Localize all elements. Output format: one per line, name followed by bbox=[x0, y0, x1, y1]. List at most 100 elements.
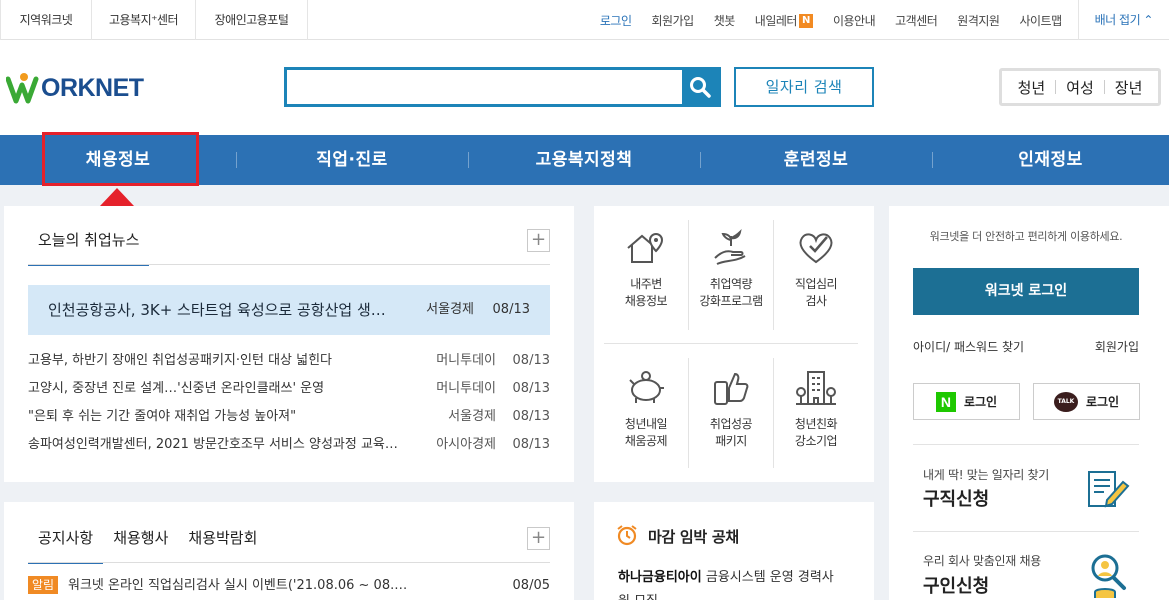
headline-news[interactable]: 인천공항공사, 3K+ 스타트업 육성으로 공항산업 생태계 서울경제 08/1… bbox=[28, 285, 550, 335]
headline-source: 서울경제 bbox=[426, 302, 474, 317]
find-id-password-link[interactable]: 아이디/ 패스워드 찾기 bbox=[913, 338, 1024, 355]
news-more-button[interactable]: + bbox=[527, 229, 550, 252]
deadline-job-item[interactable]: 하나금융티아이 금융시스템 운영 경력사원 모집 bbox=[618, 566, 844, 600]
logo-text: ORKNET bbox=[41, 73, 144, 102]
usage-guide-link[interactable]: 이용안내 bbox=[833, 12, 876, 29]
news-title: 고양시, 중장년 진로 설계…'신중년 온라인클래쓰' 운영 bbox=[28, 381, 325, 396]
naver-login-button[interactable]: N 로그인 bbox=[913, 383, 1020, 420]
tab-hiring-events[interactable]: 채용행사 bbox=[103, 520, 178, 564]
audience-selector: 청년 여성 장년 bbox=[999, 68, 1161, 106]
audience-women[interactable]: 여성 bbox=[1056, 77, 1104, 98]
naver-logo-icon: N bbox=[935, 391, 956, 412]
tab-notices[interactable]: 공지사항 bbox=[28, 520, 104, 564]
audience-middle-aged[interactable]: 장년 bbox=[1105, 77, 1153, 98]
divider bbox=[688, 220, 689, 330]
login-note: 워크넷을 더 안전하고 편리하게 이용하세요. bbox=[929, 230, 1123, 243]
nav-career[interactable]: 직업·진로 bbox=[236, 135, 468, 185]
sitemap-link[interactable]: 사이트맵 bbox=[1019, 12, 1062, 29]
highlight-box bbox=[42, 132, 199, 186]
list-item[interactable]: 고용부, 하반기 장애인 취업성공패키지·인턴 대상 넓힌다 머니투데이 08/… bbox=[28, 350, 550, 378]
service-label: 취업역량 bbox=[709, 277, 753, 291]
newsletter-label: 내일레터 bbox=[754, 13, 798, 28]
service-label: 채용정보 bbox=[624, 294, 668, 308]
house-map-pin-icon bbox=[627, 232, 664, 263]
service-success-package[interactable]: 취업성공 패키지 bbox=[689, 358, 773, 468]
news-source: 서울경제 bbox=[448, 409, 496, 424]
news-panel: 오늘의 취업뉴스 + 인천공항공사, 3K+ 스타트업 육성으로 공항산업 생태… bbox=[4, 206, 574, 482]
search-input[interactable] bbox=[287, 70, 685, 104]
deadline-title: 마감 임박 공채 bbox=[648, 528, 739, 546]
alert-badge: 알림 bbox=[28, 576, 59, 594]
banner-collapse-button[interactable]: 배너 접기 ⌃ bbox=[1077, 0, 1169, 40]
list-item[interactable]: 송파여성인력개발센터, 2021 방문간호조무 서비스 양성과정 교육생 모집 … bbox=[28, 434, 550, 462]
news-date: 08/13 bbox=[512, 437, 550, 452]
job-seek-apply-link[interactable]: 구직신청 bbox=[923, 485, 989, 511]
news-tab[interactable]: 오늘의 취업뉴스 bbox=[28, 222, 150, 266]
quick-services-panel: 내주변 채용정보 취업역량 강화프로그램 직업심리 검사 청년내일 채움공제 취… bbox=[594, 206, 874, 482]
divider bbox=[773, 220, 774, 330]
notice-date: 08/05 bbox=[512, 578, 550, 593]
nav-welfare-policy[interactable]: 고용복지정책 bbox=[468, 135, 700, 185]
remote-support-link[interactable]: 원격지원 bbox=[957, 12, 1000, 29]
news-source: 머니투데이 bbox=[436, 353, 496, 368]
service-label: 강화프로그램 bbox=[699, 294, 763, 308]
deadline-jobs-panel: 마감 임박 공채 하나금융티아이 금융시스템 운영 경력사원 모집 bbox=[594, 502, 874, 600]
news-source: 머니투데이 bbox=[436, 381, 496, 396]
divider bbox=[913, 531, 1139, 532]
tab-job-fairs[interactable]: 채용박람회 bbox=[178, 520, 267, 564]
list-item[interactable]: "은퇴 후 쉬는 기간 줄여야 재취업 가능성 높아져" 서울경제 08/13 bbox=[28, 406, 550, 434]
service-nearby-jobs[interactable]: 내주변 채용정보 bbox=[604, 218, 688, 328]
utility-links: 로그인 회원가입 챗봇 내일레터 N 이용안내 고객센터 원격지원 사이트맵 배너… bbox=[580, 0, 1169, 40]
list-item[interactable]: 알림 워크넷 온라인 직업심리검사 실시 이벤트('21.08.06 ~ 08.… bbox=[28, 576, 550, 596]
worknet-login-button[interactable]: 워크넷 로그인 bbox=[913, 268, 1139, 315]
service-label: 직업심리 bbox=[794, 277, 838, 291]
service-capability-program[interactable]: 취업역량 강화프로그램 bbox=[689, 218, 773, 328]
news-date: 08/13 bbox=[512, 409, 550, 424]
news-title: 고용부, 하반기 장애인 취업성공패키지·인턴 대상 넓힌다 bbox=[28, 353, 333, 368]
regional-worknet-link[interactable]: 지역워크넷 bbox=[0, 0, 92, 40]
service-psych-test[interactable]: 직업심리 검사 bbox=[774, 218, 858, 328]
list-item[interactable]: 고양시, 중장년 진로 설계…'신중년 온라인클래쓰' 운영 머니투데이 08/… bbox=[28, 378, 550, 406]
nav-training-info[interactable]: 훈련정보 bbox=[700, 135, 932, 185]
service-label: 청년친화 bbox=[794, 417, 838, 431]
login-panel: 워크넷을 더 안전하고 편리하게 이용하세요. 워크넷 로그인 아이디/ 패스워… bbox=[889, 206, 1169, 600]
hire-apply-link[interactable]: 구인신청 bbox=[923, 572, 989, 598]
notice-title: 워크넷 온라인 직업심리검사 실시 이벤트('21.08.06 ~ 08.20) bbox=[68, 578, 408, 593]
news-date: 08/13 bbox=[512, 353, 550, 368]
customer-center-link[interactable]: 고객센터 bbox=[895, 12, 938, 29]
divider bbox=[913, 444, 1139, 445]
divider bbox=[28, 264, 550, 265]
news-date: 08/13 bbox=[512, 381, 550, 396]
kakao-login-button[interactable]: TALK 로그인 bbox=[1033, 383, 1140, 420]
audience-youth[interactable]: 청년 bbox=[1008, 77, 1056, 98]
divider bbox=[28, 562, 550, 563]
top-login-link[interactable]: 로그인 bbox=[600, 12, 632, 29]
service-youth-friendly-company[interactable]: 청년친화 강소기업 bbox=[774, 358, 858, 468]
disabled-employment-portal-link[interactable]: 장애인고용포털 bbox=[196, 0, 308, 40]
job-search-button[interactable]: 일자리 검색 bbox=[734, 67, 874, 107]
chatbot-link[interactable]: 챗봇 bbox=[714, 12, 736, 29]
company-name: 하나금융티아이 bbox=[618, 570, 702, 585]
newsletter-link[interactable]: 내일레터 N bbox=[755, 12, 813, 29]
notice-panel: 공지사항 채용행사 채용박람회 + 알림 워크넷 온라인 직업심리검사 실시 이… bbox=[4, 502, 574, 600]
notice-more-button[interactable]: + bbox=[527, 527, 550, 550]
service-youth-savings[interactable]: 청년내일 채움공제 bbox=[604, 358, 688, 468]
join-link[interactable]: 회원가입 bbox=[1095, 338, 1139, 355]
kakao-login-label: 로그인 bbox=[1085, 395, 1120, 409]
building-icon bbox=[796, 371, 836, 405]
service-label: 채움공제 bbox=[624, 434, 668, 448]
worknet-logo[interactable]: ORKNET bbox=[6, 68, 144, 108]
service-label: 청년내일 bbox=[624, 417, 668, 431]
service-label: 검사 bbox=[805, 294, 827, 308]
service-label: 취업성공 bbox=[709, 417, 753, 431]
nav-talent-info[interactable]: 인재정보 bbox=[932, 135, 1169, 185]
hand-sprout-icon bbox=[714, 228, 746, 265]
employment-welfare-center-link[interactable]: 고용복지⁺센터 bbox=[92, 0, 196, 40]
news-source: 아시아경제 bbox=[436, 437, 496, 452]
notice-tabs: 공지사항 채용행사 채용박람회 bbox=[28, 520, 267, 564]
top-utility-bar: 지역워크넷 고용복지⁺센터 장애인고용포털 로그인 회원가입 챗봇 내일레터 N … bbox=[0, 0, 1169, 40]
service-label: 패키지 bbox=[715, 434, 747, 448]
service-label: 강소기업 bbox=[794, 434, 838, 448]
search-button[interactable] bbox=[682, 70, 718, 104]
top-signup-link[interactable]: 회원가입 bbox=[652, 12, 695, 29]
